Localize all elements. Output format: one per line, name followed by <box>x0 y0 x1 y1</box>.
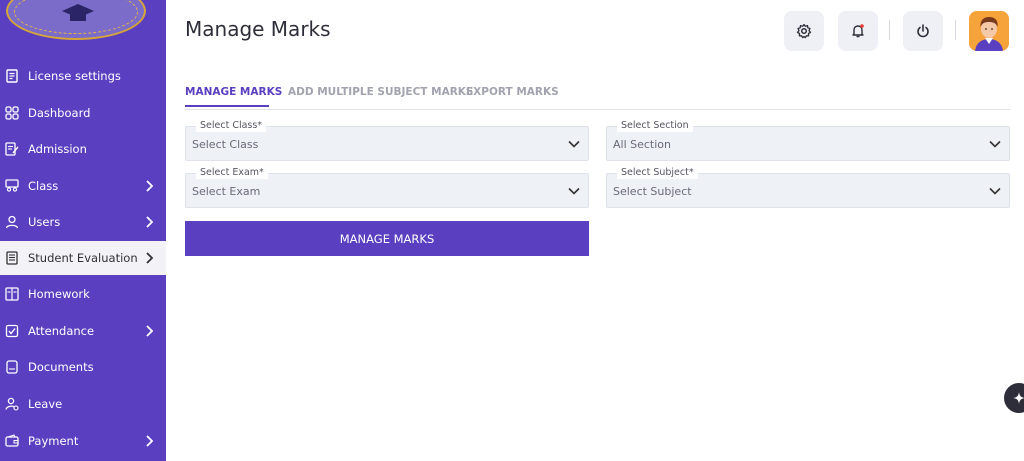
sidebar-item-label: Attendance <box>28 324 95 338</box>
sidebar-item-label: Class <box>28 179 59 193</box>
dashboard-icon <box>4 105 20 121</box>
sidebar-item-license-settings[interactable]: License settings <box>0 59 166 93</box>
graduation-cap-icon <box>62 4 94 21</box>
exam-select-value: Select Exam <box>192 185 261 198</box>
avatar-icon <box>969 11 1009 51</box>
class-select[interactable]: Select Class* Select Class <box>185 120 589 161</box>
sidebar: License settings Dashboard Admission Cla… <box>0 0 166 461</box>
page-title: Manage Marks <box>185 17 331 41</box>
sidebar-item-label: Users <box>28 215 61 229</box>
active-tab-indicator <box>185 105 269 107</box>
sidebar-item-users[interactable]: Users <box>0 205 166 239</box>
tab-add-multiple-subject-marks[interactable]: ADD MULTIPLE SUBJECT MARKS <box>288 86 473 98</box>
evaluation-icon <box>4 250 20 266</box>
sidebar-item-label: Dashboard <box>28 106 91 120</box>
sidebar-item-homework[interactable]: Homework <box>0 277 166 311</box>
gear-icon <box>796 23 812 39</box>
bell-icon <box>852 24 864 38</box>
chevron-right-icon <box>146 325 154 337</box>
attendance-icon <box>4 323 20 339</box>
notifications-button[interactable] <box>838 11 878 51</box>
chevron-right-icon <box>146 216 154 228</box>
sidebar-item-label: License settings <box>28 69 121 83</box>
header-divider <box>955 20 956 40</box>
section-select-label: Select Section <box>617 120 693 132</box>
manage-marks-button[interactable]: MANAGE MARKS <box>185 221 589 256</box>
sidebar-item-leave[interactable]: Leave <box>0 387 166 421</box>
exam-select[interactable]: Select Exam* Select Exam <box>185 167 589 208</box>
sidebar-item-label: Student Evaluation <box>28 251 138 265</box>
subject-select-label: Select Subject* <box>617 167 698 179</box>
class-select-value: Select Class <box>192 138 259 151</box>
logout-button[interactable] <box>903 11 943 51</box>
license-icon <box>4 68 20 84</box>
admission-icon <box>4 141 20 157</box>
section-select[interactable]: Select Section All Section <box>606 120 1010 161</box>
chevron-right-icon <box>146 180 154 192</box>
power-icon <box>917 24 929 38</box>
user-avatar[interactable] <box>969 11 1009 51</box>
subject-select[interactable]: Select Subject* Select Subject <box>606 167 1010 208</box>
exam-select-label: Select Exam* <box>196 167 268 179</box>
sidebar-item-student-evaluation[interactable]: Student Evaluation <box>0 241 166 275</box>
tab-export-marks[interactable]: EXPORT MARKS <box>466 86 559 98</box>
school-logo <box>0 0 166 48</box>
sidebar-item-attendance[interactable]: Attendance <box>0 314 166 348</box>
chevron-down-icon <box>568 187 580 195</box>
sparkle-icon <box>1013 392 1024 404</box>
chevron-right-icon <box>146 252 154 264</box>
chevron-down-icon <box>989 140 1001 148</box>
floating-assistant-button[interactable] <box>1004 383 1024 413</box>
section-select-value: All Section <box>613 138 672 151</box>
subject-select-value: Select Subject <box>613 185 692 198</box>
settings-button[interactable] <box>784 11 824 51</box>
leave-icon <box>4 396 20 412</box>
sidebar-item-documents[interactable]: Documents <box>0 350 166 384</box>
sidebar-item-label: Admission <box>28 142 87 156</box>
sidebar-item-class[interactable]: Class <box>0 169 166 203</box>
documents-icon <box>4 359 20 375</box>
sidebar-item-admission[interactable]: Admission <box>0 132 166 166</box>
payment-icon <box>4 433 20 449</box>
chevron-right-icon <box>146 435 154 447</box>
header-divider <box>889 20 890 40</box>
sidebar-item-label: Homework <box>28 287 90 301</box>
sidebar-item-label: Payment <box>28 434 79 448</box>
class-select-label: Select Class* <box>196 120 267 132</box>
sidebar-item-dashboard[interactable]: Dashboard <box>0 96 166 130</box>
chevron-down-icon <box>989 187 1001 195</box>
tabs-divider <box>185 109 1011 110</box>
chevron-down-icon <box>568 140 580 148</box>
users-icon <box>4 214 20 230</box>
sidebar-item-label: Leave <box>28 397 63 411</box>
class-icon <box>4 178 20 194</box>
homework-icon <box>4 286 20 302</box>
sidebar-item-payment[interactable]: Payment <box>0 424 166 458</box>
tab-manage-marks[interactable]: MANAGE MARKS <box>185 86 282 98</box>
sidebar-item-label: Documents <box>28 360 94 374</box>
